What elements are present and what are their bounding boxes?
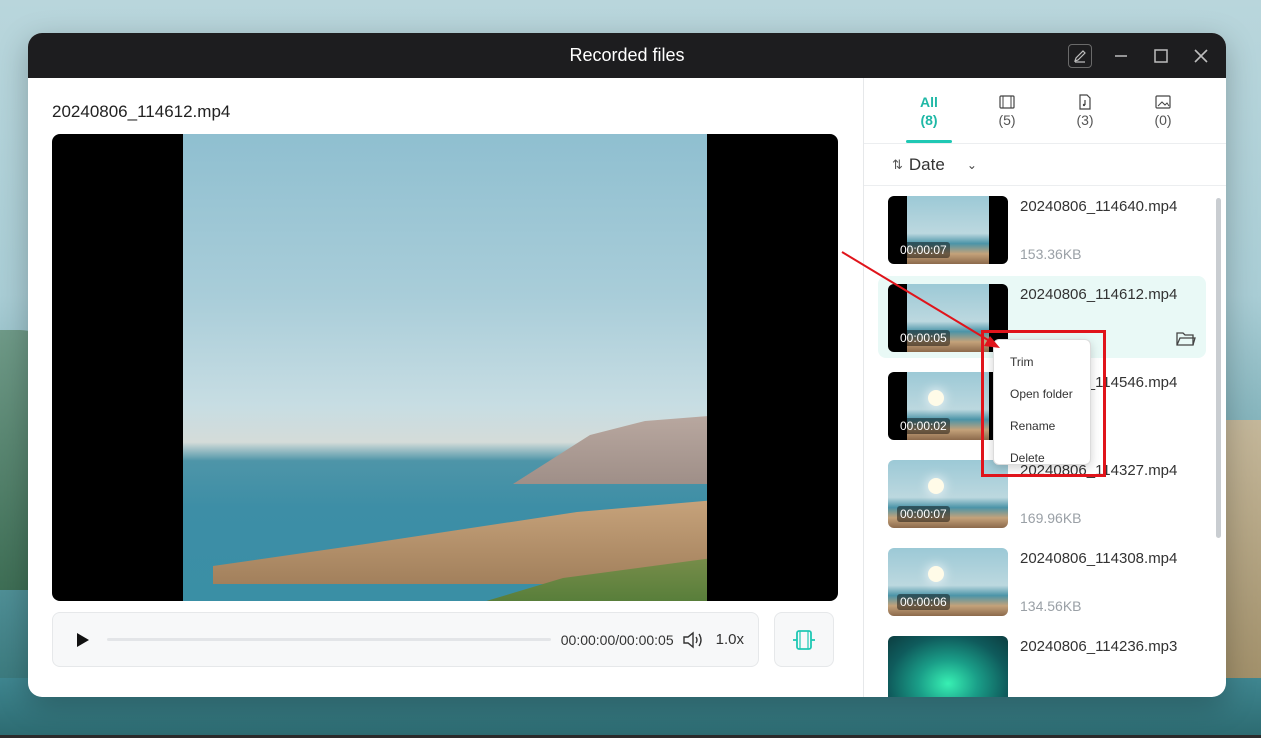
video-icon [999, 95, 1015, 109]
current-file-title: 20240806_114612.mp4 [52, 102, 231, 121]
tab-image[interactable]: (0) [1138, 92, 1188, 128]
chevron-down-icon: ⌄ [966, 157, 977, 172]
image-icon [1155, 95, 1171, 109]
file-list-item[interactable]: 20240806_114236.mp3 [878, 628, 1206, 697]
filter-tabs: All (8) (5) (3) (0) [864, 78, 1226, 144]
tab-video[interactable]: (5) [982, 92, 1032, 128]
duration-badge: 00:00:07 [897, 242, 950, 258]
player-panel: 20240806_114612.mp4 00:00:00/00:00:05 1.… [28, 78, 863, 697]
file-size: 169.96KB [1020, 510, 1082, 526]
file-name: 20240806_114236.mp3 [1020, 638, 1178, 655]
video-frame [183, 134, 707, 601]
tab-image-count: (0) [1154, 112, 1172, 128]
file-size: 153.36KB [1020, 246, 1082, 262]
tab-all[interactable]: All (8) [904, 92, 954, 143]
window-controls [1068, 33, 1212, 78]
film-trim-icon [793, 629, 815, 650]
annotation-highlight-box [981, 330, 1106, 477]
duration-badge: 00:00:07 [897, 506, 950, 522]
file-name: 20240806_114612.mp4 [1020, 286, 1178, 303]
open-folder-icon[interactable] [1176, 330, 1196, 348]
close-icon[interactable] [1190, 45, 1212, 67]
file-list-item[interactable]: 00:00:07 20240806_114640.mp4 153.36KB [878, 188, 1206, 270]
file-size: 134.56KB [1020, 598, 1082, 614]
duration-badge: 00:00:05 [897, 330, 950, 346]
tab-all-label: All [920, 94, 938, 110]
playback-speed[interactable]: 1.0x [716, 631, 744, 648]
file-name: 20240806_114640.mp4 [1020, 198, 1178, 215]
window-title: Recorded files [569, 45, 685, 65]
tab-video-count: (5) [998, 112, 1016, 128]
file-list-item[interactable]: 00:00:06 20240806_114308.mp4 134.56KB [878, 540, 1206, 622]
trim-button[interactable] [774, 612, 834, 667]
playback-controls: 00:00:00/00:00:05 1.0x [52, 612, 759, 667]
video-mountain [513, 414, 707, 484]
duration-badge: 00:00:02 [897, 418, 950, 434]
minimize-icon[interactable] [1110, 45, 1132, 67]
volume-icon[interactable] [682, 630, 706, 650]
maximize-icon[interactable] [1150, 45, 1172, 67]
scrollbar[interactable] [1216, 198, 1221, 538]
audio-thumbnail [888, 636, 1008, 697]
duration-badge: 00:00:06 [897, 594, 950, 610]
file-thumbnail: 00:00:07 [888, 196, 1008, 264]
tab-audio[interactable]: (3) [1060, 92, 1110, 128]
tab-all-count: (8) [920, 112, 938, 128]
edit-icon[interactable] [1068, 43, 1092, 68]
video-player[interactable] [52, 134, 838, 601]
progress-bar[interactable] [107, 638, 551, 641]
title-bar: Recorded files [28, 33, 1226, 78]
file-thumbnail: 00:00:06 [888, 548, 1008, 616]
audio-file-icon [1079, 94, 1091, 110]
playback-time: 00:00:00/00:00:05 [560, 631, 674, 648]
sort-label: Date [908, 154, 945, 174]
sort-dropdown[interactable]: ⇅ Date ⌄ [864, 144, 1226, 186]
file-name: 20240806_114308.mp4 [1020, 550, 1178, 567]
play-icon[interactable] [73, 630, 93, 650]
sort-icon: ⇅ [892, 156, 903, 172]
tab-audio-count: (3) [1076, 112, 1094, 128]
